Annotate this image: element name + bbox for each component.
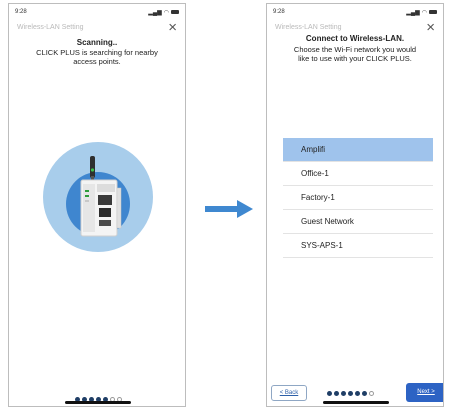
page-indicator bbox=[327, 391, 374, 396]
wifi-network-item-factory-1[interactable]: Factory-1 bbox=[283, 186, 433, 210]
status-bar: 9:28 ▂▄▆ ◠ bbox=[9, 4, 185, 20]
page-dot-empty bbox=[369, 391, 374, 396]
status-bar: 9:28 ▂▄▆ ◠ bbox=[267, 4, 443, 20]
connect-wifi-screen: 9:28 ▂▄▆ ◠ Wireless-LAN Setting × Connec… bbox=[266, 3, 444, 407]
close-icon[interactable]: × bbox=[168, 20, 177, 35]
close-icon[interactable]: × bbox=[426, 20, 435, 35]
status-message-line-1: CLICK PLUS is searching for nearby bbox=[36, 48, 158, 57]
instruction-line-2: like to use with your CLICK PLUS. bbox=[298, 54, 412, 63]
page-dot-filled bbox=[341, 391, 346, 396]
click-plus-device-icon bbox=[80, 156, 122, 237]
page-title: Scanning.. bbox=[76, 38, 118, 47]
back-button[interactable]: < Back bbox=[271, 385, 307, 401]
page-dot-filled bbox=[348, 391, 353, 396]
wifi-network-item-amplifi[interactable]: Amplifi bbox=[283, 138, 433, 162]
wifi-icon: ◠ bbox=[421, 9, 427, 16]
header-title: Wireless-LAN Setting bbox=[17, 24, 84, 31]
wifi-icon: ◠ bbox=[163, 9, 169, 16]
next-button[interactable]: Next > bbox=[406, 383, 443, 402]
status-time: 9:28 bbox=[273, 9, 285, 15]
device-illustration bbox=[43, 142, 153, 252]
wifi-network-list: Amplifi Office-1 Factory-1 Guest Network… bbox=[283, 138, 433, 258]
status-time: 9:28 bbox=[15, 9, 27, 15]
page-dot-filled bbox=[362, 391, 367, 396]
signal-icon: ▂▄▆ bbox=[406, 9, 420, 16]
instruction-line-1: Choose the Wi-Fi network you would bbox=[293, 45, 417, 54]
home-indicator bbox=[65, 401, 131, 404]
wifi-network-item-sys-aps-1[interactable]: SYS-APS-1 bbox=[283, 234, 433, 258]
home-indicator bbox=[323, 401, 389, 404]
status-icons: ▂▄▆ ◠ bbox=[406, 9, 437, 16]
header-title: Wireless-LAN Setting bbox=[275, 24, 342, 31]
scanning-screen: 9:28 ▂▄▆ ◠ Wireless-LAN Setting × Scanni… bbox=[8, 3, 186, 407]
status-icons: ▂▄▆ ◠ bbox=[148, 9, 179, 16]
page-dot-filled bbox=[334, 391, 339, 396]
status-message-line-2: access points. bbox=[73, 57, 121, 66]
page-dot-filled bbox=[355, 391, 360, 396]
battery-icon bbox=[429, 10, 437, 14]
battery-icon bbox=[171, 10, 179, 14]
wifi-network-item-guest-network[interactable]: Guest Network bbox=[283, 210, 433, 234]
signal-icon: ▂▄▆ bbox=[148, 9, 162, 16]
right-arrow-icon bbox=[205, 200, 253, 218]
page-dot-filled bbox=[327, 391, 332, 396]
page-title: Connect to Wireless-LAN. bbox=[305, 34, 405, 43]
wifi-network-item-office-1[interactable]: Office-1 bbox=[283, 162, 433, 186]
